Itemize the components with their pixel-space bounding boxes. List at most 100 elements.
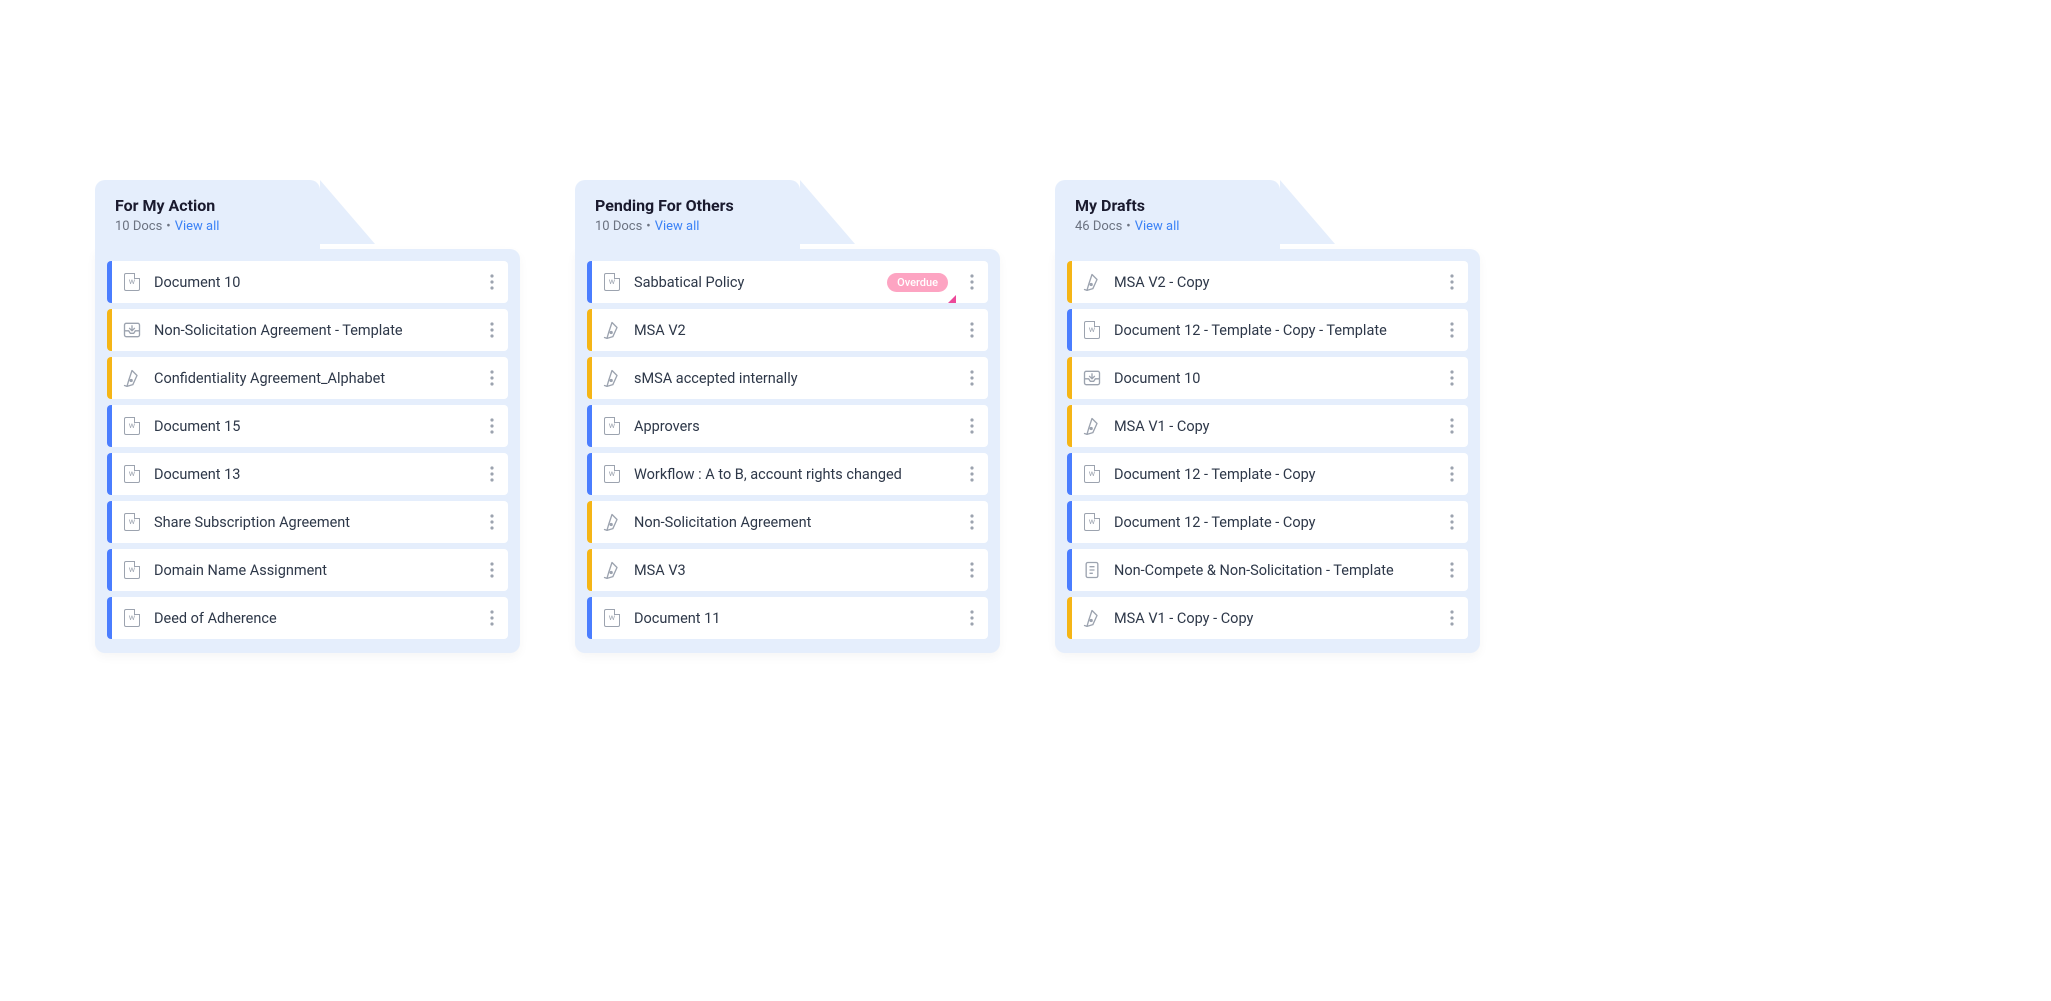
document-title: Document 12 - Template - Copy bbox=[1114, 514, 1436, 531]
status-stripe bbox=[587, 357, 592, 399]
document-row[interactable]: Non-Solicitation Agreement bbox=[587, 501, 988, 543]
word-icon: w bbox=[602, 464, 622, 484]
document-row[interactable]: wWorkflow : A to B, account rights chang… bbox=[587, 453, 988, 495]
status-stripe bbox=[587, 549, 592, 591]
word-icon: w bbox=[602, 608, 622, 628]
document-row[interactable]: wSabbatical PolicyOverdue bbox=[587, 261, 988, 303]
word-icon: w bbox=[122, 272, 142, 292]
word-icon: w bbox=[1082, 512, 1102, 532]
document-row[interactable]: w Document 12 - Template - Copy bbox=[1067, 501, 1468, 543]
kebab-menu-icon[interactable] bbox=[956, 549, 988, 591]
document-row[interactable]: wDeed of Adherence bbox=[107, 597, 508, 639]
folder-meta: 10 Docs•View all bbox=[115, 219, 300, 234]
view-all-link[interactable]: View all bbox=[175, 219, 220, 234]
kebab-menu-icon[interactable] bbox=[1436, 357, 1468, 399]
kebab-menu-icon[interactable] bbox=[476, 309, 508, 351]
document-row[interactable]: wDocument 13 bbox=[107, 453, 508, 495]
document-title: Document 10 bbox=[1114, 370, 1436, 387]
view-all-link[interactable]: View all bbox=[1135, 219, 1180, 234]
status-stripe bbox=[107, 309, 112, 351]
document-row[interactable]: MSA V3 bbox=[587, 549, 988, 591]
word-icon: w bbox=[1082, 464, 1102, 484]
document-row[interactable]: Non-Solicitation Agreement - Template bbox=[107, 309, 508, 351]
status-stripe bbox=[1067, 309, 1072, 351]
document-title: Document 15 bbox=[154, 418, 476, 435]
status-stripe bbox=[1067, 357, 1072, 399]
folder-column: For My Action10 Docs•View allwDocument 1… bbox=[95, 180, 520, 653]
document-row[interactable]: wDomain Name Assignment bbox=[107, 549, 508, 591]
word-icon: w bbox=[122, 416, 142, 436]
folder-tab: Pending For Others10 Docs•View all bbox=[575, 180, 800, 250]
status-stripe bbox=[107, 261, 112, 303]
status-stripe bbox=[587, 453, 592, 495]
status-stripe bbox=[1067, 501, 1072, 543]
status-stripe bbox=[107, 357, 112, 399]
status-stripe bbox=[1067, 261, 1072, 303]
status-stripe bbox=[107, 453, 112, 495]
kebab-menu-icon[interactable] bbox=[476, 405, 508, 447]
status-stripe bbox=[587, 597, 592, 639]
kebab-menu-icon[interactable] bbox=[1436, 501, 1468, 543]
document-title: Approvers bbox=[634, 418, 956, 435]
document-row[interactable]: wApprovers bbox=[587, 405, 988, 447]
status-stripe bbox=[107, 501, 112, 543]
document-row[interactable]: w Document 15 bbox=[107, 405, 508, 447]
kebab-menu-icon[interactable] bbox=[476, 261, 508, 303]
status-stripe bbox=[107, 597, 112, 639]
document-title: Document 11 bbox=[634, 610, 956, 627]
kebab-menu-icon[interactable] bbox=[956, 357, 988, 399]
document-row[interactable]: MSA V2 bbox=[587, 309, 988, 351]
docs-count: 10 Docs bbox=[115, 219, 162, 234]
document-row[interactable]: wDocument 10 bbox=[107, 261, 508, 303]
kebab-menu-icon[interactable] bbox=[476, 357, 508, 399]
kebab-menu-icon[interactable] bbox=[476, 501, 508, 543]
status-stripe bbox=[587, 501, 592, 543]
kebab-menu-icon[interactable] bbox=[476, 597, 508, 639]
document-title: Document 12 - Template - Copy - Template bbox=[1114, 322, 1436, 339]
document-row[interactable]: wShare Subscription Agreement bbox=[107, 501, 508, 543]
document-title: Sabbatical Policy bbox=[634, 274, 887, 291]
kebab-menu-icon[interactable] bbox=[956, 309, 988, 351]
kebab-menu-icon[interactable] bbox=[956, 261, 988, 303]
kebab-menu-icon[interactable] bbox=[956, 453, 988, 495]
kebab-menu-icon[interactable] bbox=[1436, 597, 1468, 639]
document-row[interactable]: MSA V2 - Copy bbox=[1067, 261, 1468, 303]
document-title: Confidentiality Agreement_Alphabet bbox=[154, 370, 476, 387]
status-stripe bbox=[1067, 405, 1072, 447]
document-title: MSA V2 - Copy bbox=[1114, 274, 1436, 291]
word-icon: w bbox=[602, 272, 622, 292]
document-row[interactable]: MSA V1 - Copy bbox=[1067, 405, 1468, 447]
separator-dot: • bbox=[646, 219, 650, 234]
document-row[interactable]: Document 10 bbox=[1067, 357, 1468, 399]
word-icon: w bbox=[122, 464, 142, 484]
document-title: MSA V1 - Copy bbox=[1114, 418, 1436, 435]
pen-icon bbox=[1082, 608, 1102, 628]
kebab-menu-icon[interactable] bbox=[1436, 309, 1468, 351]
kebab-menu-icon[interactable] bbox=[956, 597, 988, 639]
document-row[interactable]: w Document 12 - Template - Copy bbox=[1067, 453, 1468, 495]
document-row[interactable]: Confidentiality Agreement_Alphabet bbox=[107, 357, 508, 399]
kebab-menu-icon[interactable] bbox=[956, 405, 988, 447]
pen-icon bbox=[602, 320, 622, 340]
kebab-menu-icon[interactable] bbox=[1436, 261, 1468, 303]
document-title: MSA V2 bbox=[634, 322, 956, 339]
document-title: Domain Name Assignment bbox=[154, 562, 476, 579]
kebab-menu-icon[interactable] bbox=[956, 501, 988, 543]
corner-flag bbox=[948, 295, 956, 303]
document-row[interactable]: sMSA accepted internally bbox=[587, 357, 988, 399]
pen-icon bbox=[602, 560, 622, 580]
document-row[interactable]: MSA V1 - Copy - Copy bbox=[1067, 597, 1468, 639]
kebab-menu-icon[interactable] bbox=[1436, 453, 1468, 495]
document-row[interactable]: wDocument 12 - Template - Copy - Templat… bbox=[1067, 309, 1468, 351]
view-all-link[interactable]: View all bbox=[655, 219, 700, 234]
folder-body: MSA V2 - CopywDocument 12 - Template - C… bbox=[1055, 249, 1480, 653]
document-title: Document 12 - Template - Copy bbox=[1114, 466, 1436, 483]
kebab-menu-icon[interactable] bbox=[1436, 549, 1468, 591]
kebab-menu-icon[interactable] bbox=[476, 549, 508, 591]
folder-body: wSabbatical PolicyOverdueMSA V2sMSA acce… bbox=[575, 249, 1000, 653]
document-row[interactable]: w Document 11 bbox=[587, 597, 988, 639]
document-row[interactable]: Non-Compete & Non-Solicitation - Templat… bbox=[1067, 549, 1468, 591]
kebab-menu-icon[interactable] bbox=[476, 453, 508, 495]
pen-icon bbox=[1082, 272, 1102, 292]
kebab-menu-icon[interactable] bbox=[1436, 405, 1468, 447]
